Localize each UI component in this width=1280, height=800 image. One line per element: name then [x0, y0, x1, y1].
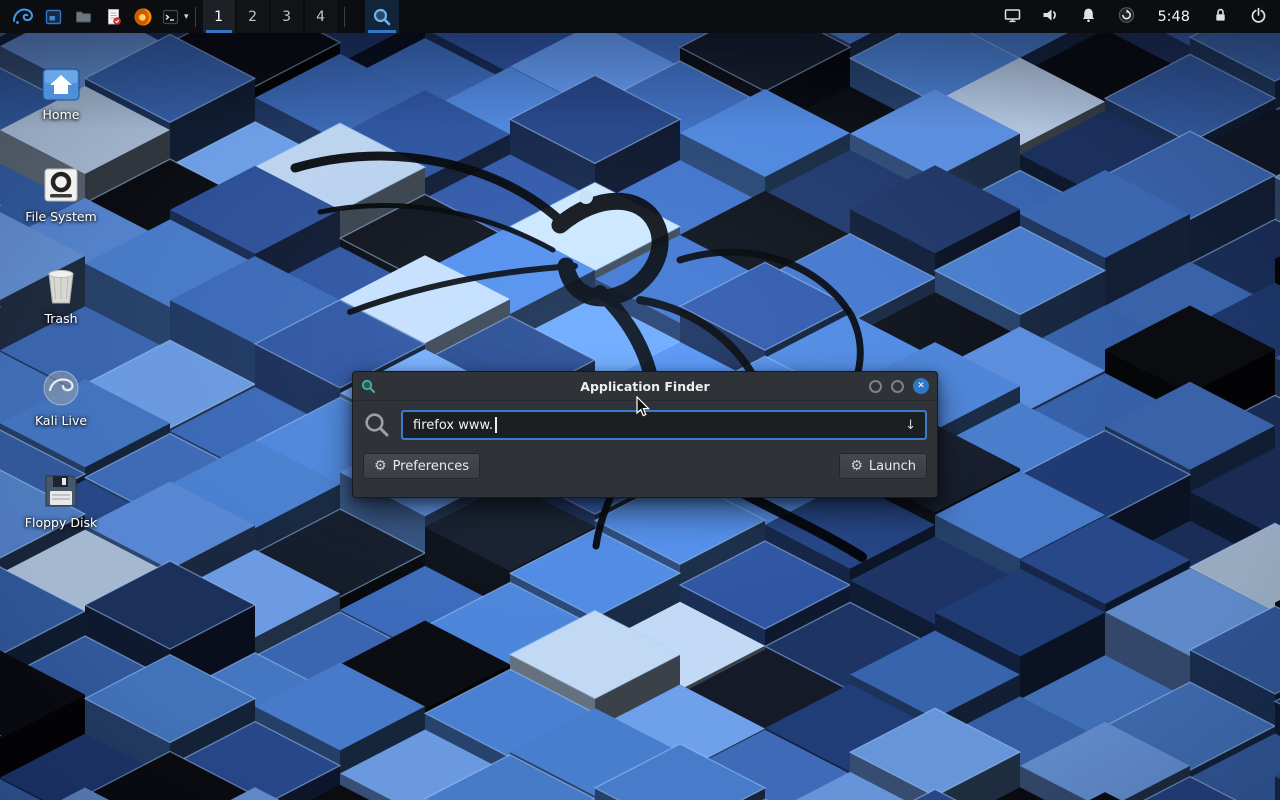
lock-icon[interactable]: [1211, 6, 1230, 28]
panel-separator: [195, 7, 196, 27]
launch-button-label: Launch: [869, 459, 916, 474]
text-caret: [495, 417, 497, 433]
file-manager-launcher-icon[interactable]: [68, 0, 98, 33]
window-manager-launcher-icon[interactable]: [38, 0, 68, 33]
text-editor-launcher-icon[interactable]: [98, 0, 128, 33]
maximize-button[interactable]: [891, 380, 904, 393]
firefox-launcher-icon[interactable]: [128, 0, 158, 33]
launch-icon: ⚙: [850, 459, 863, 473]
volume-icon[interactable]: [1041, 6, 1060, 28]
application-finder-window: Application Finder ✕ firefox www. ↓ ⚙ Pr…: [352, 371, 938, 498]
workspace-3[interactable]: 3: [271, 0, 303, 33]
floppy-disk-icon: [42, 464, 80, 510]
desktop-icon-floppy-disk[interactable]: Floppy Disk: [15, 464, 107, 530]
desktop-icon-label: Kali Live: [35, 413, 87, 428]
kali-menu-icon[interactable]: [8, 0, 38, 33]
desktop-icon-label: Floppy Disk: [25, 515, 97, 530]
workspace-1[interactable]: 1: [203, 0, 235, 33]
home-folder-icon: [41, 56, 81, 102]
desktop-icon-kali-live[interactable]: Kali Live: [15, 362, 107, 428]
desktop-icon-file-system[interactable]: File System: [15, 158, 107, 224]
window-title: Application Finder: [353, 379, 937, 394]
preferences-button-label: Preferences: [393, 459, 469, 474]
desktop-icon-home[interactable]: Home: [15, 56, 107, 122]
power-icon[interactable]: [1249, 6, 1268, 28]
top-panel: ▾ 1 2 3 4: [0, 0, 1280, 33]
workspace-2[interactable]: 2: [237, 0, 269, 33]
gear-icon: ⚙: [374, 459, 387, 473]
terminal-launcher-icon[interactable]: [158, 0, 182, 33]
search-icon: [363, 411, 391, 439]
desktop-icon-label: File System: [25, 209, 97, 224]
minimize-button[interactable]: [869, 380, 882, 393]
workspace-4[interactable]: 4: [305, 0, 337, 33]
desktop-icon-label: Home: [43, 107, 80, 122]
dropdown-arrow-icon[interactable]: ↓: [905, 418, 916, 433]
search-query-text: firefox www.: [413, 418, 493, 433]
file-system-drive-icon: [42, 158, 80, 204]
trash-icon: [44, 260, 78, 306]
panel-separator: [344, 7, 345, 27]
taskbar-app-finder-button[interactable]: [365, 0, 399, 33]
preferences-button[interactable]: ⚙ Preferences: [363, 453, 480, 479]
updates-icon[interactable]: [1117, 6, 1136, 28]
desktop-icon-trash[interactable]: Trash: [15, 260, 107, 326]
system-tray: 5:48: [1003, 6, 1268, 28]
display-icon[interactable]: [1003, 6, 1022, 28]
search-input[interactable]: firefox www. ↓: [401, 410, 927, 440]
desktop-icon-column: Home File System Trash Kal: [15, 56, 107, 566]
launch-button[interactable]: ⚙ Launch: [839, 453, 927, 479]
clock[interactable]: 5:48: [1155, 9, 1192, 25]
close-button[interactable]: ✕: [913, 378, 929, 394]
terminal-dropdown-chevron-icon[interactable]: ▾: [184, 12, 189, 22]
titlebar[interactable]: Application Finder ✕: [353, 372, 937, 401]
desktop-icon-label: Trash: [44, 311, 77, 326]
search-icon: [372, 7, 392, 27]
kali-live-disc-icon: [41, 362, 81, 408]
notification-bell-icon[interactable]: [1079, 6, 1098, 28]
